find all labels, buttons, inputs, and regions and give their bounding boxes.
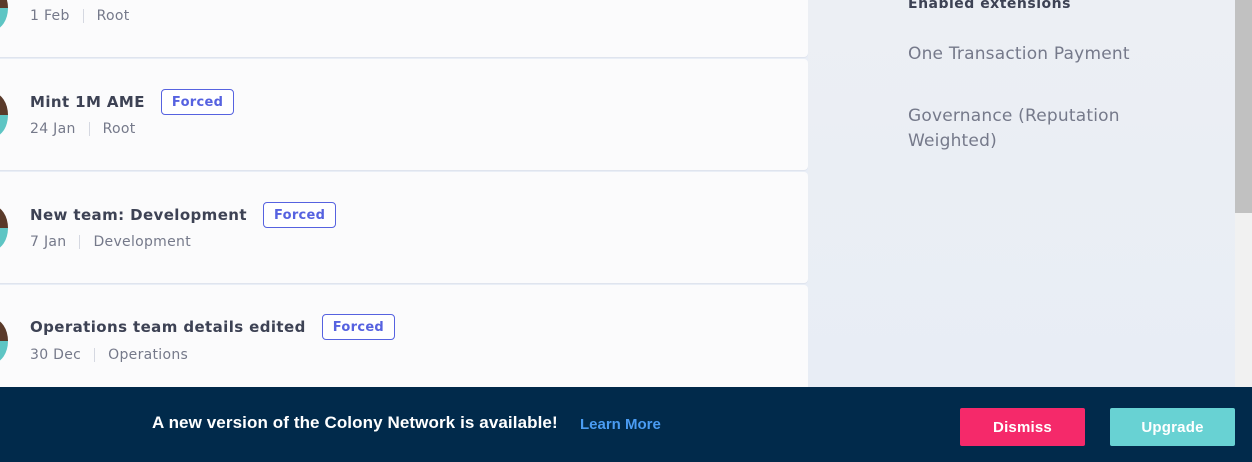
forced-badge: Forced (262, 202, 337, 228)
avatar (0, 206, 8, 250)
dismiss-button[interactable]: Dismiss (960, 408, 1085, 446)
upgrade-button[interactable]: Upgrade (1110, 408, 1235, 446)
feed-item-domain: Root (102, 121, 136, 137)
meta-divider (94, 348, 96, 362)
feed-item-meta: 30 Dec Operations (30, 347, 188, 363)
feed-item[interactable]: New team: Development Forced 7 Jan Devel… (0, 172, 808, 283)
avatar (0, 93, 8, 137)
feed-item[interactable]: 1 Feb Root (0, 0, 808, 57)
feed-item-title-row: New team: Development Forced (30, 202, 337, 228)
feed-item-date: 7 Jan (30, 234, 67, 250)
meta-divider (82, 9, 84, 23)
feed-item-date: 1 Feb (30, 8, 70, 24)
feed-item-meta: 7 Jan Development (30, 234, 191, 250)
feed-item-title-row: Operations team details edited Forced (30, 314, 396, 340)
feed-item-date: 24 Jan (30, 121, 76, 137)
feed-item-title-row: Mint 1M AME Forced (30, 89, 235, 115)
upgrade-banner: A new version of the Colony Network is a… (0, 387, 1252, 462)
avatar (0, 0, 8, 30)
forced-badge: Forced (160, 89, 235, 115)
learn-more-link[interactable]: Learn More (580, 416, 661, 433)
scrollbar-thumb[interactable] (1235, 0, 1252, 213)
enabled-extensions-heading: Enabled extensions (908, 0, 1071, 12)
avatar (0, 319, 8, 363)
extension-link-governance[interactable]: Governance (Reputation Weighted) (908, 104, 1148, 154)
feed-item-title: New team: Development (30, 206, 247, 224)
forced-badge: Forced (321, 314, 396, 340)
meta-divider (79, 235, 81, 249)
feed-item-meta: 1 Feb Root (30, 8, 130, 24)
banner-message: A new version of the Colony Network is a… (152, 413, 558, 432)
feed-item[interactable]: Mint 1M AME Forced 24 Jan Root (0, 59, 808, 170)
feed-item[interactable]: Operations team details edited Forced 30… (0, 285, 808, 396)
extension-link-one-tx-payment[interactable]: One Transaction Payment (908, 42, 1148, 67)
action-feed: 1 Feb Root Mint 1M AME Forced 24 Jan Roo… (0, 0, 808, 396)
feed-item-title: Mint 1M AME (30, 93, 145, 111)
feed-item-title: Operations team details edited (30, 318, 306, 336)
feed-item-domain: Operations (108, 347, 189, 363)
feed-item-domain: Root (96, 8, 130, 24)
feed-item-date: 30 Dec (30, 347, 82, 363)
extensions-sidebar: Enabled extensions One Transaction Payme… (808, 0, 1235, 387)
feed-item-meta: 24 Jan Root (30, 121, 136, 137)
feed-item-domain: Development (93, 234, 192, 250)
meta-divider (88, 122, 90, 136)
